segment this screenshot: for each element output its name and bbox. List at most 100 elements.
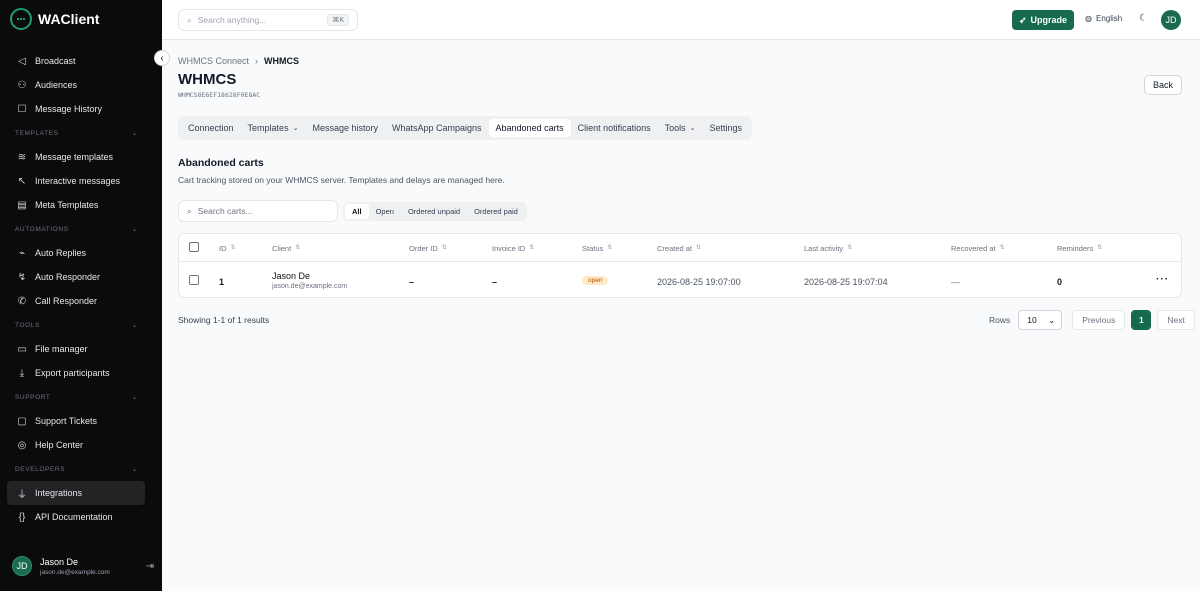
- sidebar-item-help-center[interactable]: ◎ Help Center: [0, 433, 162, 457]
- rows-per-page-select[interactable]: 10 ⌄: [1018, 310, 1063, 330]
- tab-label: Settings: [709, 123, 743, 133]
- chevron-down-icon: ⌄: [131, 130, 138, 137]
- next-page-button[interactable]: Next: [1157, 310, 1195, 330]
- sidebar-item-label: Call Responder: [35, 296, 98, 306]
- sidebar-item-label: Auto Responder: [35, 272, 101, 282]
- section-tools[interactable]: TOOLS ⌄: [0, 313, 162, 337]
- tab-label: Message history: [312, 123, 378, 133]
- sidebar-item-api-documentation[interactable]: {} API Documentation: [0, 505, 162, 529]
- sidebar-item-support-tickets[interactable]: ▢ Support Tickets: [0, 409, 162, 433]
- tab-message-history[interactable]: Message history: [305, 119, 385, 137]
- column-id[interactable]: ID ⇅: [219, 244, 236, 253]
- sort-icon: ⇅: [847, 245, 853, 251]
- column-label: Status: [582, 244, 604, 253]
- section-label: DEVELOPERS: [15, 465, 66, 473]
- row-checkbox[interactable]: [189, 275, 199, 285]
- breadcrumb: WHMCS Connect › WHMCS: [178, 56, 299, 66]
- chevron-down-icon: ⌄: [292, 125, 299, 132]
- column-label: Order ID: [409, 244, 438, 253]
- search-shortcut: ⌘K: [327, 14, 349, 26]
- sidebar-item-label: Audiences: [35, 80, 78, 90]
- filter-ordered-unpaid[interactable]: Ordered unpaid: [401, 204, 467, 219]
- column-status[interactable]: Status ⇅: [582, 244, 612, 253]
- sort-icon: ⇅: [607, 245, 613, 251]
- breadcrumb-item[interactable]: WHMCS Connect: [178, 56, 249, 66]
- globe-icon: ◍: [1085, 14, 1092, 23]
- integration-id: WHMCS8E6EF18628F0E8AC: [178, 91, 261, 99]
- previous-page-button[interactable]: Previous: [1072, 310, 1126, 330]
- column-invoice-id[interactable]: Invoice ID ⇅: [492, 244, 534, 253]
- column-last-activity[interactable]: Last activity ⇅: [804, 244, 852, 253]
- logout-icon[interactable]: ⇥: [146, 561, 154, 572]
- sidebar-item-call-responder[interactable]: ✆ Call Responder: [0, 289, 162, 313]
- section-label: TEMPLATES: [15, 129, 59, 137]
- brand[interactable]: WAClient: [10, 8, 99, 30]
- filter-all[interactable]: All: [345, 204, 369, 219]
- tab-label: WhatsApp Campaigns: [391, 123, 482, 133]
- sidebar-item-label: Message History: [35, 104, 103, 114]
- search-icon: ⌕: [187, 205, 192, 216]
- upgrade-label: Upgrade: [1030, 15, 1068, 25]
- tab-tools[interactable]: Tools ⌄: [658, 119, 703, 137]
- sidebar-item-label: Integrations: [35, 488, 83, 498]
- column-created-at[interactable]: Created at ⇅: [657, 244, 701, 253]
- user-profile[interactable]: JD Jason De jason.de@example.com ⇥: [12, 556, 154, 576]
- filter-ordered-paid[interactable]: Ordered paid: [467, 204, 525, 219]
- sort-icon: ⇅: [295, 245, 301, 251]
- section-support[interactable]: SUPPORT ⌄: [0, 385, 162, 409]
- sidebar-item-meta-templates[interactable]: ▤ Meta Templates: [0, 193, 162, 217]
- responder-icon: ↯: [17, 271, 27, 283]
- more-actions-icon[interactable]: ···: [1156, 274, 1169, 285]
- section-developers[interactable]: DEVELOPERS ⌄: [0, 457, 162, 481]
- column-recovered-at[interactable]: Recovered at ⇅: [951, 244, 1005, 253]
- sidebar-item-label: Broadcast: [35, 56, 76, 66]
- page-1-button[interactable]: 1: [1131, 310, 1152, 330]
- sidebar-item-label: API Documentation: [35, 512, 113, 522]
- client-name: Jason De: [272, 271, 311, 281]
- column-order-id[interactable]: Order ID ⇅: [409, 244, 447, 253]
- tab-connection[interactable]: Connection: [181, 119, 241, 137]
- sidebar-item-broadcast[interactable]: ◁ Broadcast: [0, 49, 162, 73]
- global-search-input[interactable]: ⌕ Search anything... ⌘K: [178, 9, 358, 31]
- phone-icon: ✆: [17, 295, 27, 307]
- tab-label: Client notifications: [577, 123, 651, 133]
- avatar[interactable]: JD: [1161, 10, 1181, 30]
- chevron-down-icon: ⌄: [1048, 314, 1056, 325]
- tab-abandoned-carts[interactable]: Abandoned carts: [488, 119, 571, 137]
- sidebar-item-file-manager[interactable]: ▭ File manager: [0, 337, 162, 361]
- cell-reminders: 0: [1057, 277, 1063, 287]
- sidebar-item-integrations[interactable]: ⏚ Integrations: [7, 481, 145, 505]
- tab-settings[interactable]: Settings: [703, 119, 750, 137]
- column-client[interactable]: Client ⇅: [272, 244, 300, 253]
- language-selector[interactable]: ◍ English: [1085, 14, 1122, 23]
- chevron-left-icon: ‹: [160, 52, 164, 64]
- sidebar-item-message-history[interactable]: ☐ Message History: [0, 97, 162, 121]
- sort-icon: ⇅: [1097, 245, 1103, 251]
- chevron-down-icon: ⌄: [131, 226, 138, 233]
- sidebar-item-auto-responder[interactable]: ↯ Auto Responder: [0, 265, 162, 289]
- sidebar-item-auto-replies[interactable]: ⌁ Auto Replies: [0, 241, 162, 265]
- sidebar-item-export-participants[interactable]: ⤓ Export participants: [0, 361, 162, 385]
- upgrade-button[interactable]: ➶ Upgrade: [1012, 10, 1074, 30]
- search-icon: ⌕: [187, 14, 192, 25]
- breadcrumb-current: WHMCS: [264, 56, 300, 66]
- section-templates[interactable]: TEMPLATES ⌄: [0, 121, 162, 145]
- back-button[interactable]: Back: [1144, 75, 1182, 95]
- sidebar-item-interactive-messages[interactable]: ↖ Interactive messages: [0, 169, 162, 193]
- tab-whatsapp-campaigns[interactable]: WhatsApp Campaigns: [385, 119, 489, 137]
- sidebar-item-audiences[interactable]: ⚇ Audiences: [0, 73, 162, 97]
- tab-templates[interactable]: Templates ⌄: [241, 119, 306, 137]
- section-automations[interactable]: AUTOMATIONS ⌄: [0, 217, 162, 241]
- select-all-checkbox[interactable]: [189, 242, 199, 252]
- user-email: jason.de@example.com: [40, 568, 110, 576]
- tab-client-notifications[interactable]: Client notifications: [571, 119, 658, 137]
- moon-icon[interactable]: ☾: [1139, 13, 1148, 24]
- column-reminders[interactable]: Reminders ⇅: [1057, 244, 1102, 253]
- search-carts-input[interactable]: ⌕ Search carts...: [178, 200, 338, 222]
- cell-order-id: –: [409, 277, 415, 287]
- sidebar-item-message-templates[interactable]: ≋ Message templates: [0, 145, 162, 169]
- sidebar-collapse-button[interactable]: ‹: [154, 50, 170, 66]
- filter-open[interactable]: Open: [369, 204, 401, 219]
- table-header: ID ⇅ Client ⇅ Order ID ⇅ Invoice ID ⇅ Status…: [179, 234, 1181, 262]
- folder-icon: ▭: [17, 343, 27, 355]
